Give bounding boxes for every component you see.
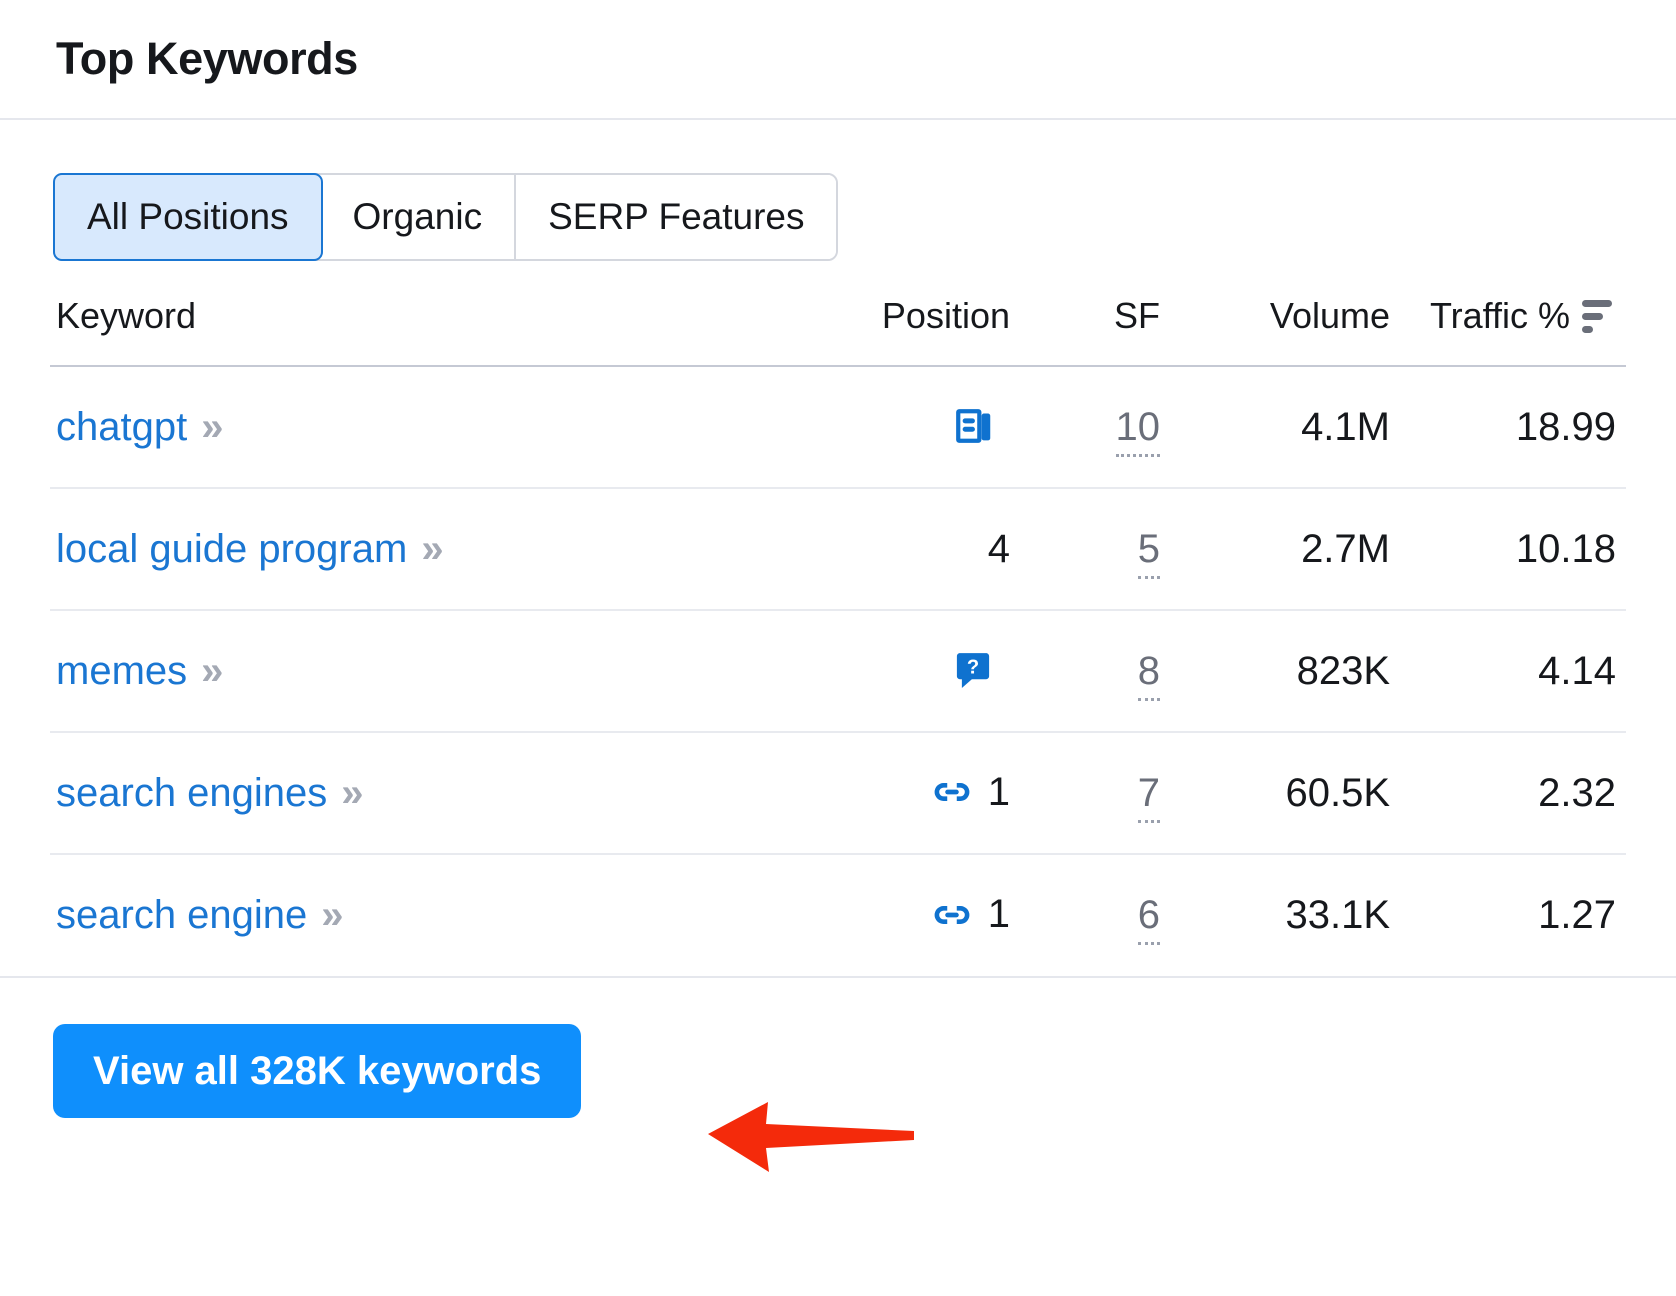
page-title: Top Keywords (56, 33, 358, 85)
cell-sf: 7 (1010, 732, 1160, 854)
keywords-table-head: Keyword Position SF Volume Traffic % (50, 295, 1626, 366)
serp-sitelinks-link-icon[interactable] (930, 893, 974, 937)
cell-sf: 5 (1010, 488, 1160, 610)
cell-volume: 60.5K (1160, 732, 1390, 854)
column-header-volume[interactable]: Volume (1160, 295, 1390, 366)
keyword-link[interactable]: chatgpt (56, 405, 187, 449)
sf-value[interactable]: 10 (1116, 405, 1161, 457)
view-all-keywords-button[interactable]: View all 328K keywords (53, 1024, 581, 1118)
cell-position: 1 (750, 854, 1010, 976)
table-row[interactable]: local guide program » 4 5 2.7M 10.18 (50, 488, 1626, 610)
sf-value[interactable]: 5 (1138, 527, 1160, 579)
serp-people-also-ask-icon[interactable]: ? (950, 647, 996, 693)
cell-sf: 8 (1010, 610, 1160, 732)
column-header-traffic[interactable]: Traffic % (1390, 295, 1626, 366)
top-keywords-panel: Top Keywords All Positions Organic SERP … (0, 0, 1676, 1296)
table-row[interactable]: search engines » 1 (50, 732, 1626, 854)
table-row[interactable]: search engine » 1 (50, 854, 1626, 976)
serp-carousel-icon[interactable] (950, 403, 996, 449)
cell-traffic: 10.18 (1390, 488, 1626, 610)
cell-position: ? (750, 610, 1010, 732)
sort-descending-icon[interactable] (1582, 300, 1616, 333)
cell-keyword: memes » (50, 610, 750, 732)
sf-value[interactable]: 7 (1138, 771, 1160, 823)
cell-traffic: 18.99 (1390, 366, 1626, 488)
cell-traffic: 4.14 (1390, 610, 1626, 732)
cell-position (750, 366, 1010, 488)
cell-traffic: 1.27 (1390, 854, 1626, 976)
cell-volume: 33.1K (1160, 854, 1390, 976)
cell-keyword: search engines » (50, 732, 750, 854)
table-row[interactable]: memes» ? 8 82 (50, 610, 1626, 732)
tab-serp-features-label: SERP Features (548, 196, 804, 238)
keywords-table-body: chatgpt » (50, 366, 1626, 976)
cell-sf: 10 (1010, 366, 1160, 488)
chevron-double-right-icon[interactable]: » (341, 771, 357, 816)
tab-all-positions[interactable]: All Positions (53, 173, 323, 261)
chevron-double-right-icon[interactable]: » (421, 527, 437, 572)
position-value: 1 (988, 770, 1010, 815)
column-header-sf[interactable]: SF (1010, 295, 1160, 366)
position-filter-tab-group: All Positions Organic SERP Features (53, 173, 838, 261)
chevron-double-right-icon[interactable]: » (201, 649, 217, 694)
column-header-position[interactable]: Position (750, 295, 1010, 366)
cell-volume: 2.7M (1160, 488, 1390, 610)
table-row[interactable]: chatgpt » (50, 366, 1626, 488)
keyword-link[interactable]: local guide program (56, 527, 407, 571)
panel-footer: View all 328K keywords (0, 976, 1676, 1118)
position-value: 1 (988, 892, 1010, 937)
sf-value[interactable]: 6 (1138, 893, 1160, 945)
tab-organic-label: Organic (353, 196, 483, 238)
chevron-double-right-icon[interactable]: » (201, 405, 217, 450)
column-header-keyword[interactable]: Keyword (50, 295, 750, 366)
sf-value[interactable]: 8 (1138, 649, 1160, 701)
cell-traffic: 2.32 (1390, 732, 1626, 854)
cell-keyword: local guide program » (50, 488, 750, 610)
cell-position: 1 (750, 732, 1010, 854)
cell-volume: 4.1M (1160, 366, 1390, 488)
cell-keyword: search engine » (50, 854, 750, 976)
tab-serp-features[interactable]: SERP Features (516, 175, 836, 259)
svg-text:?: ? (967, 656, 979, 678)
keyword-link[interactable]: search engine (56, 893, 307, 937)
tab-all-positions-label: All Positions (87, 196, 289, 238)
tab-organic[interactable]: Organic (321, 175, 517, 259)
cell-volume: 823K (1160, 610, 1390, 732)
keywords-table: Keyword Position SF Volume Traffic % (50, 295, 1626, 976)
keyword-link[interactable]: memes (56, 649, 187, 693)
cell-position: 4 (750, 488, 1010, 610)
tabs-container: All Positions Organic SERP Features (0, 120, 1676, 261)
table-header-row: Keyword Position SF Volume Traffic % (50, 295, 1626, 366)
cell-keyword: chatgpt » (50, 366, 750, 488)
serp-sitelinks-link-icon[interactable] (930, 770, 974, 814)
position-value: 4 (988, 527, 1010, 572)
chevron-double-right-icon[interactable]: » (321, 893, 337, 938)
panel-header: Top Keywords (0, 0, 1676, 120)
keyword-link[interactable]: search engines (56, 771, 327, 815)
cell-sf: 6 (1010, 854, 1160, 976)
column-header-traffic-label: Traffic % (1430, 295, 1570, 337)
